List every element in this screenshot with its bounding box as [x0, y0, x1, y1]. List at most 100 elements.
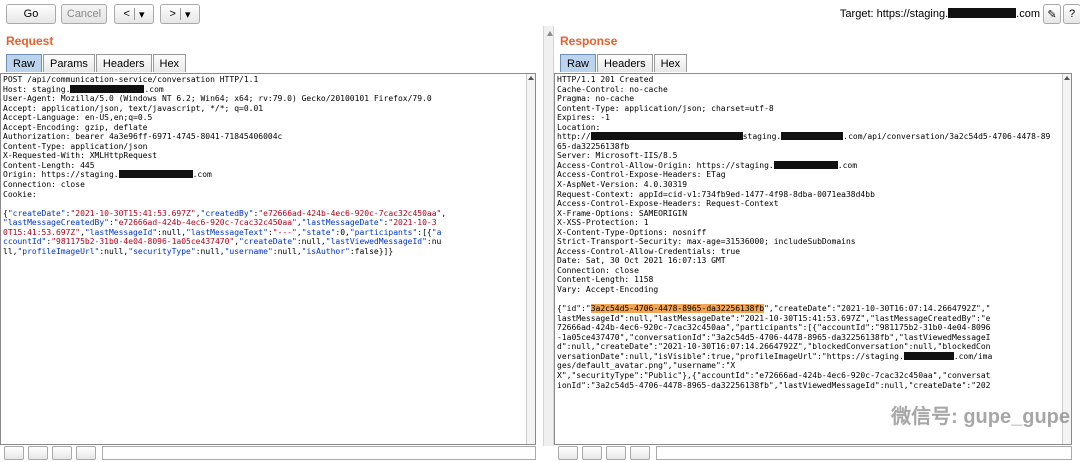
add-button[interactable] — [52, 446, 72, 460]
code-text: Access-Control-Allow-Origin: https://sta… — [557, 160, 774, 170]
cancel-button[interactable]: Cancel — [61, 4, 107, 24]
json-string: "---" — [272, 227, 297, 237]
back-button[interactable]: < ▾ — [114, 4, 154, 24]
code-line: Content-Type: application/json; charset=… — [557, 104, 1069, 114]
code-line: Content-Type: application/json — [3, 142, 533, 152]
highlighted-id: 3a2c54d5-4706-4478-8965-da32256138fb — [590, 304, 765, 314]
code-line: lastMessageId":null,"lastMessageDate":"2… — [557, 314, 1069, 324]
code-text: X-Content-Type-Options: nosniff — [557, 227, 707, 237]
go-button[interactable]: Go — [6, 4, 56, 24]
code-text: .com — [837, 160, 858, 170]
code-line: Access-Control-Allow-Origin: https://sta… — [557, 160, 1069, 171]
code-text: Access-Control-Expose-Headers: Request-C… — [557, 199, 779, 209]
request-scrollbar[interactable] — [526, 74, 535, 444]
next-match-button[interactable] — [76, 446, 96, 460]
code-text: Vary: Accept-Encoding — [557, 285, 659, 295]
json-key: "participants" — [349, 227, 418, 237]
code-text: , — [441, 208, 447, 218]
forward-button[interactable]: > ▾ — [160, 4, 200, 24]
code-text: Connection: close — [557, 265, 639, 275]
code-line: 72666ad-424b-4ec6-920c-7cac32c450aa","pa… — [557, 323, 1069, 333]
help-button[interactable] — [4, 446, 24, 460]
code-text: :null, — [157, 227, 187, 237]
code-line: X-AspNet-Version: 4.0.30319 — [557, 180, 1069, 190]
watermark: 微信号: gupe_gupe — [891, 406, 1070, 428]
code-line: X-Requested-With: XMLHttpRequest — [3, 151, 533, 161]
code-text: :false}]} — [349, 246, 394, 256]
code-text: User-Agent: Mozilla/5.0 (Windows NT 6.2;… — [3, 94, 432, 104]
code-line: Content-Length: 445 — [3, 161, 533, 171]
response-search-input[interactable] — [656, 446, 1072, 460]
toolbar: Go Cancel < ▾ > ▾ Target: https://staging.… — [0, 0, 1080, 30]
chevron-down-icon: ▾ — [138, 8, 145, 21]
pane-divider[interactable] — [543, 26, 554, 446]
code-line: ccountId":"981175b2-31b0-4e04-8096-1a05c… — [3, 237, 533, 247]
request-tab-hex[interactable]: Hex — [152, 54, 187, 72]
help-button[interactable] — [558, 446, 578, 460]
request-tab-headers[interactable]: Headers — [95, 54, 152, 72]
forward-arrow-icon: > — [169, 8, 176, 20]
code-text: Date: Sat, 30 Oct 2021 16:07:13 GMT — [557, 256, 726, 266]
code-text: :null, — [99, 246, 129, 256]
request-tab-raw[interactable]: Raw — [6, 54, 43, 72]
code-text: :null, — [272, 246, 302, 256]
request-body[interactable]: POST /api/communication-service/conversa… — [1, 74, 535, 257]
code-line: -1a05ce437470","conversationId":"3a2c54d… — [557, 333, 1069, 343]
json-key: "username" — [224, 246, 273, 256]
code-line: d":null,"createDate":"2021-10-30T16:07:1… — [557, 342, 1069, 352]
code-line: Expires: -1 — [557, 113, 1069, 123]
code-line: X-XSS-Protection: 1 — [557, 218, 1069, 228]
back-arrow-icon: < — [123, 8, 130, 20]
json-string: "2021-10-3 — [388, 218, 437, 228]
code-line: Authorization: bearer 4a3e96ff-6971-4745… — [3, 132, 533, 142]
code-text: Content-Length: 445 — [3, 160, 95, 170]
scroll-up-icon — [1064, 76, 1070, 80]
add-button[interactable] — [606, 446, 626, 460]
response-tab-hex[interactable]: Hex — [653, 54, 688, 72]
code-line: X-Frame-Options: SAMEORIGIN — [557, 209, 1069, 219]
request-tab-params[interactable]: Params — [43, 54, 95, 72]
code-line: {"id":"3a2c54d5-4706-4478-8965-da3225613… — [557, 304, 1069, 314]
redacted-mask — [781, 132, 844, 141]
code-text: Location: — [557, 122, 601, 132]
prev-match-button[interactable] — [582, 446, 602, 460]
json-key: "lastViewedMessageId" — [325, 237, 427, 247]
json-key: "createDate" — [7, 208, 66, 218]
json-key: "a — [431, 227, 442, 237]
response-body[interactable]: HTTP/1.1 201 Created Cache-Control: no-ca… — [555, 74, 1071, 391]
code-text: Expires: -1 — [557, 113, 610, 123]
prev-match-button[interactable] — [28, 446, 48, 460]
response-scrollbar[interactable] — [1062, 74, 1071, 444]
json-key: "profileImageUrl" — [17, 246, 100, 256]
code-line: Vary: Accept-Encoding — [557, 285, 1069, 295]
code-text: Content-Type: application/json — [3, 141, 148, 151]
target-label: Target: https://staging. .com — [839, 8, 1040, 20]
code-line: {"createDate":"2021-10-30T15:41:53.697Z"… — [3, 209, 533, 219]
code-text: :null, — [296, 237, 326, 247]
redacted-mask — [948, 8, 1017, 18]
code-text: POST /api/communication-service/conversa… — [3, 75, 259, 84]
help-button[interactable]: ? — [1063, 4, 1080, 24]
code-line: Server: Microsoft-IIS/8.5 — [557, 151, 1069, 161]
code-text: staging. — [742, 132, 782, 142]
next-match-button[interactable] — [630, 446, 650, 460]
redacted-mask — [118, 170, 193, 179]
code-line: "lastMessageCreatedBy":"e72666ad-424b-4e… — [3, 218, 533, 228]
code-line: Content-Length: 1158 — [557, 275, 1069, 285]
code-text: Server: Microsoft-IIS/8.5 — [557, 151, 678, 161]
json-key: "lastMessageCreatedBy" — [3, 218, 109, 228]
code-text: Authorization: bearer 4a3e96ff-6971-4745… — [3, 132, 283, 142]
request-editor[interactable]: POST /api/communication-service/conversa… — [0, 73, 536, 445]
code-line: Access-Control-Allow-Credentials: true — [557, 247, 1069, 257]
json-string: "2021-10-30T15:41:53.697Z" — [70, 208, 196, 218]
edit-target-button[interactable]: ✎ — [1043, 4, 1061, 24]
request-search-input[interactable] — [102, 446, 536, 460]
response-tab-headers[interactable]: Headers — [597, 54, 653, 72]
code-text: Origin: https://staging. — [3, 170, 119, 180]
response-editor[interactable]: HTTP/1.1 201 Created Cache-Control: no-ca… — [554, 73, 1072, 445]
json-key: "isAuthor" — [301, 246, 350, 256]
code-text: Request-Context: appId=cid-v1:734fb9ed-1… — [557, 189, 875, 199]
code-text: :[{ — [417, 227, 432, 237]
code-line: Location: — [557, 123, 1069, 133]
response-tab-raw[interactable]: Raw — [560, 54, 597, 72]
